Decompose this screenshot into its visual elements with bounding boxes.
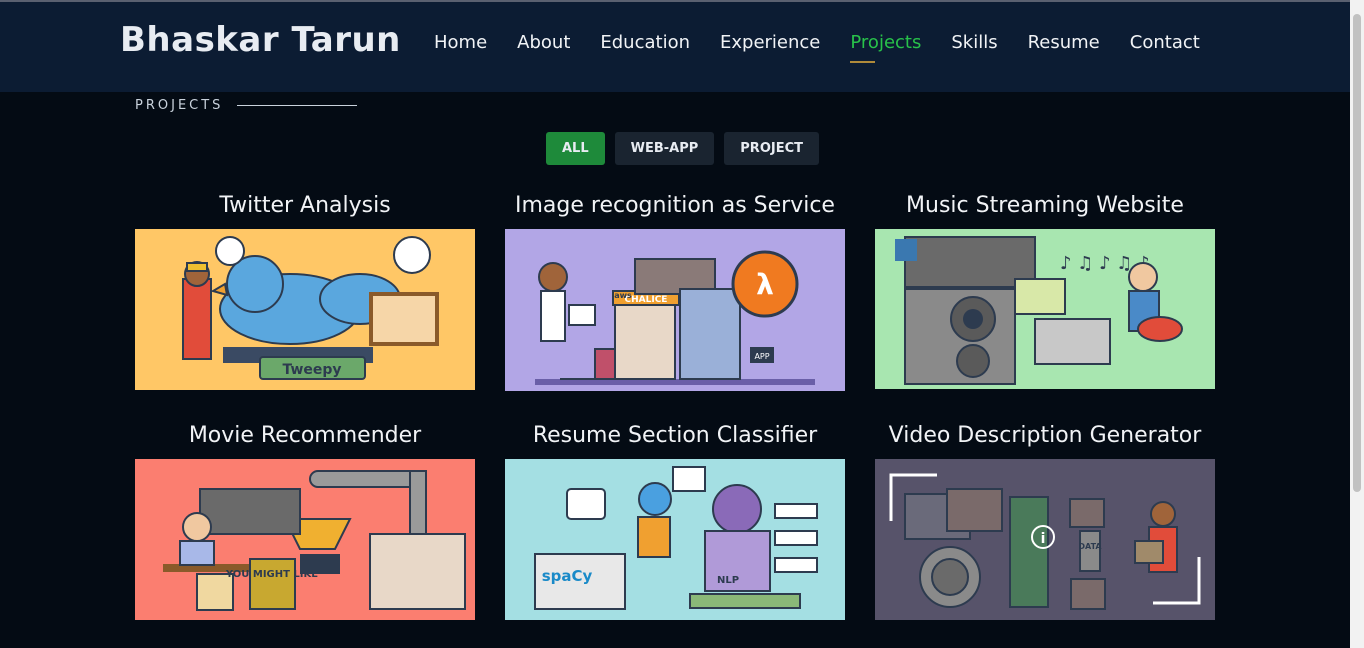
project-thumbnail[interactable]: YOU MIGHT LIKE [135, 459, 475, 620]
section-title-line [237, 105, 358, 106]
project-thumbnail[interactable]: spaCy NLP [505, 459, 845, 620]
section-heading: PROJECTS [135, 98, 358, 113]
project-card[interactable]: Video Description Generator DATA i [875, 421, 1215, 620]
project-title[interactable]: Twitter Analysis [135, 191, 475, 221]
svg-text:i: i [1041, 531, 1046, 547]
project-thumbnail[interactable]: DATA i [875, 459, 1215, 620]
project-thumbnail[interactable]: Tweepy [135, 229, 475, 390]
scrollbar-thumb[interactable] [1353, 14, 1361, 492]
site-header: Bhaskar Tarun Home About Education Exper… [0, 2, 1350, 92]
lambda-icon: λ [756, 268, 774, 301]
project-title[interactable]: Music Streaming Website [875, 191, 1215, 221]
project-filters: ALL WEB-APP PROJECT [546, 132, 829, 165]
aws-label: aws [614, 291, 632, 300]
project-card[interactable]: Movie Recommender YOU MIGHT LIKE [135, 421, 475, 620]
site-logo[interactable]: Bhaskar Tarun [120, 20, 401, 60]
app-label: APP [754, 352, 769, 361]
project-title[interactable]: Image recognition as Service [505, 191, 845, 221]
nav-experience[interactable]: Experience [720, 32, 820, 61]
main-nav: Home About Education Experience Projects… [434, 32, 1230, 63]
tweepy-label: Tweepy [282, 362, 341, 378]
spacy-label: spaCy [542, 567, 593, 585]
nav-about[interactable]: About [517, 32, 570, 61]
project-thumbnail[interactable]: CHALICE aws λ APP [505, 229, 845, 391]
section-title: PROJECTS [135, 98, 224, 113]
nav-resume[interactable]: Resume [1028, 32, 1100, 61]
data-label: DATA [1078, 542, 1102, 551]
project-title[interactable]: Video Description Generator [875, 421, 1215, 451]
project-card[interactable]: Resume Section Classifier spaCy NLP [505, 421, 845, 620]
nav-skills[interactable]: Skills [951, 32, 997, 61]
nlp-label: NLP [717, 575, 739, 586]
project-card[interactable]: Music Streaming Website ♪ ♫ ♪ ♫ ♪ [875, 191, 1215, 389]
nav-projects[interactable]: Projects [850, 32, 921, 63]
project-card[interactable]: Twitter Analysis Tweepy [135, 191, 475, 390]
project-title[interactable]: Resume Section Classifier [505, 421, 845, 451]
nav-contact[interactable]: Contact [1130, 32, 1200, 61]
filter-all-button[interactable]: ALL [546, 132, 605, 165]
project-thumbnail[interactable]: ♪ ♫ ♪ ♫ ♪ [875, 229, 1215, 389]
nav-home[interactable]: Home [434, 32, 487, 61]
project-title[interactable]: Movie Recommender [135, 421, 475, 451]
nav-education[interactable]: Education [600, 32, 690, 61]
project-card[interactable]: Image recognition as Service CHALICE aws… [505, 191, 845, 391]
filter-project-button[interactable]: PROJECT [724, 132, 819, 165]
filter-web-app-button[interactable]: WEB-APP [614, 132, 715, 165]
